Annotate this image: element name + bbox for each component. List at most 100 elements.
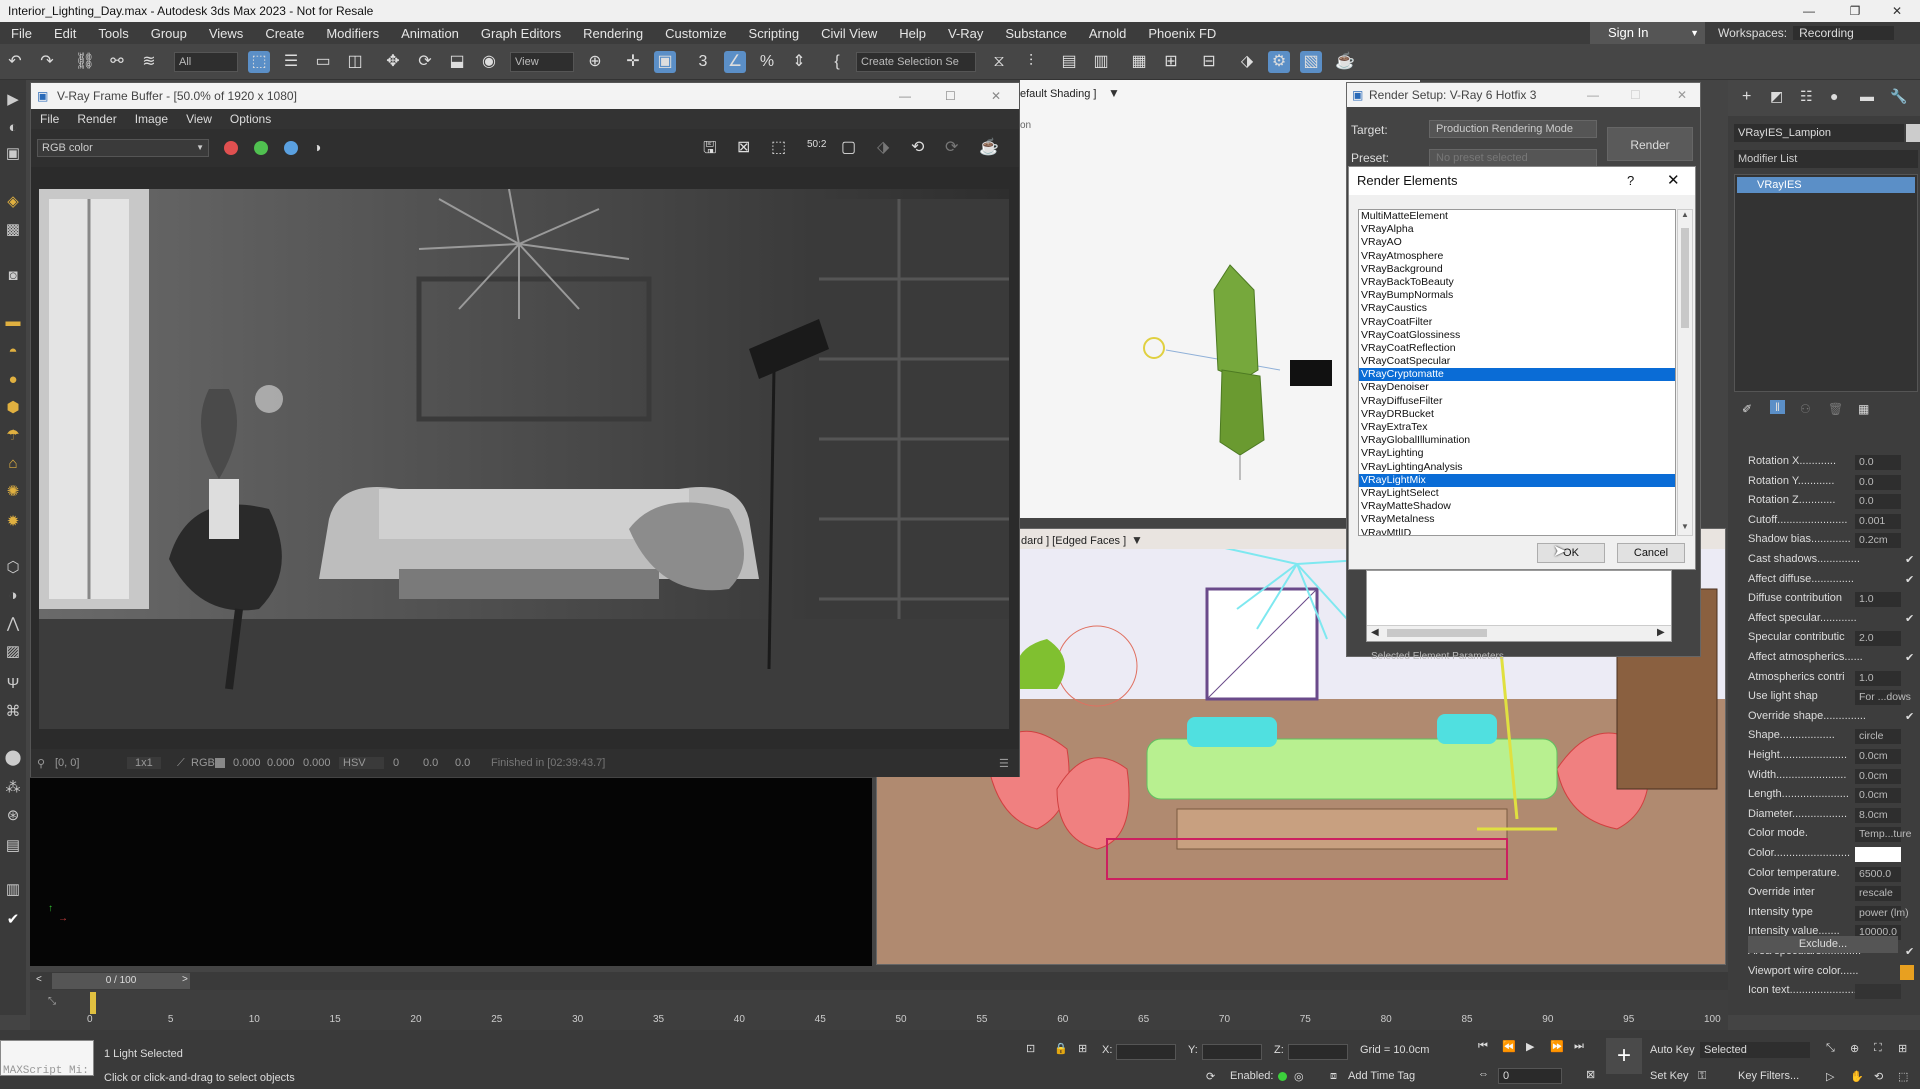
- menu-animation[interactable]: Animation: [390, 26, 470, 41]
- channel-dropdown[interactable]: RGB color ▼: [37, 139, 209, 157]
- orbit-icon[interactable]: ⟲: [1874, 1070, 1883, 1083]
- rotate-icon[interactable]: ⟳: [414, 51, 436, 73]
- rendered-image[interactable]: [39, 188, 1009, 729]
- minimize-icon[interactable]: —: [1587, 83, 1599, 107]
- sign-in-button[interactable]: Sign In ▼: [1590, 22, 1705, 44]
- vray-vfb-icon[interactable]: ▣: [3, 144, 23, 164]
- zoom-dropdown[interactable]: 1x1: [127, 757, 161, 769]
- list-item[interactable]: VRayDiffuseFilter: [1359, 395, 1675, 408]
- key-icon[interactable]: ⚿: [1698, 1070, 1706, 1083]
- vray-render-icon[interactable]: ▶: [3, 90, 23, 110]
- window-crossing-icon[interactable]: ◫: [344, 51, 366, 73]
- exclude-button[interactable]: Exclude...: [1748, 936, 1898, 953]
- track-mouse-icon[interactable]: ▢: [841, 137, 856, 157]
- checkbox-icon[interactable]: ✔: [1905, 553, 1914, 566]
- list-item[interactable]: MultiMatteElement: [1359, 210, 1675, 223]
- place-icon[interactable]: ◉: [478, 51, 500, 73]
- horizontal-scrollbar[interactable]: ◀ ▶: [1367, 625, 1671, 641]
- edit-named-sets-icon[interactable]: {: [826, 51, 848, 73]
- next-frame-icon[interactable]: >: [182, 974, 188, 985]
- angle-snap-icon[interactable]: ∠: [724, 51, 746, 73]
- vray-sun-icon[interactable]: ✺: [3, 482, 23, 502]
- vray-decal-icon[interactable]: ⌘: [3, 702, 23, 722]
- mirror-icon[interactable]: ⧖: [988, 51, 1010, 73]
- ies-param-value[interactable]: 0.0cm: [1855, 749, 1901, 764]
- go-to-start-icon[interactable]: ⏮: [1478, 1040, 1488, 1053]
- list-item[interactable]: VRayAtmosphere: [1359, 250, 1675, 263]
- help-button[interactable]: ?: [1627, 167, 1634, 195]
- ies-param-value[interactable]: 0.0cm: [1855, 768, 1901, 784]
- pivot-icon[interactable]: ⊕: [584, 51, 606, 73]
- vfb-menu-image[interactable]: Image: [126, 109, 177, 129]
- list-item[interactable]: VRayLighting: [1359, 447, 1675, 460]
- ies-param-value[interactable]: 6500.0: [1855, 866, 1901, 882]
- vray-fur-icon[interactable]: ⋀: [3, 614, 23, 634]
- prev-frame-icon[interactable]: <: [36, 974, 42, 985]
- close-icon[interactable]: ✕: [1667, 167, 1680, 195]
- z-coord-input[interactable]: [1288, 1044, 1348, 1060]
- ies-param-value[interactable]: 0.0: [1855, 455, 1901, 470]
- auto-key-button[interactable]: Auto Key: [1650, 1044, 1695, 1056]
- render-teapot-icon[interactable]: ☕: [979, 137, 999, 157]
- vfb-menu-render[interactable]: Render: [68, 109, 125, 129]
- add-time-tag[interactable]: Add Time Tag: [1348, 1070, 1415, 1082]
- set-key-big-icon[interactable]: +: [1606, 1038, 1642, 1074]
- ies-param-swatch[interactable]: [1900, 964, 1914, 980]
- workspace-dropdown[interactable]: Recording: [1793, 26, 1894, 40]
- maximize-icon[interactable]: ❐: [1832, 0, 1878, 22]
- modify-tab-icon[interactable]: ◩: [1770, 88, 1783, 105]
- hierarchy-tab-icon[interactable]: ☷: [1800, 88, 1813, 105]
- ies-param-value[interactable]: For ...dows: [1855, 690, 1911, 706]
- close-icon[interactable]: ✕: [991, 83, 1001, 109]
- checkbox-icon[interactable]: ✔: [1905, 573, 1914, 586]
- cancel-button[interactable]: Cancel: [1617, 543, 1685, 563]
- menu-help[interactable]: Help: [888, 26, 937, 41]
- list-item[interactable]: VRayGlobalIllumination: [1359, 434, 1675, 447]
- vray-ambient-light-icon[interactable]: ⌂: [3, 454, 23, 474]
- track-bar-icon[interactable]: ⤡: [48, 996, 56, 1007]
- vray-light-lister-icon[interactable]: ▩: [3, 220, 23, 240]
- vray-sphere-light-icon[interactable]: ●: [3, 370, 23, 390]
- viewport-top-label[interactable]: efault Shading ]: [1020, 88, 1096, 100]
- vray-plane-icon[interactable]: ◑: [3, 586, 23, 606]
- list-item[interactable]: VRayMtlID: [1359, 527, 1675, 536]
- vfb-menu-file[interactable]: File: [31, 109, 68, 129]
- scale-icon[interactable]: ⬓: [446, 51, 468, 73]
- ies-param-value[interactable]: 0.2cm: [1855, 533, 1901, 549]
- render-production-icon[interactable]: ☕: [1334, 51, 1356, 73]
- checkbox-icon[interactable]: ✔: [1905, 612, 1914, 625]
- scroll-right-icon[interactable]: ▶: [1657, 627, 1665, 638]
- move-icon[interactable]: ✥: [382, 51, 404, 73]
- y-coord-input[interactable]: [1202, 1044, 1262, 1060]
- history-icon[interactable]: ☰: [999, 757, 1009, 770]
- select-manipulate-icon[interactable]: ✛: [622, 51, 644, 73]
- vray-camera-icon[interactable]: ◙: [3, 266, 23, 286]
- checkbox-icon[interactable]: ✔: [1905, 945, 1914, 958]
- vray-mesh-light-icon[interactable]: ⬢: [3, 398, 23, 418]
- key-mode-icon[interactable]: ⇔: [1478, 1068, 1489, 1080]
- filter-icon[interactable]: ▼: [1108, 86, 1120, 100]
- list-item[interactable]: VRayBumpNormals: [1359, 289, 1675, 302]
- list-item[interactable]: VRayDenoiser: [1359, 381, 1675, 394]
- vray-proxy-icon[interactable]: ⬡: [3, 558, 23, 578]
- go-to-end-icon[interactable]: ⏭: [1574, 1040, 1584, 1053]
- ies-param-value[interactable]: 8.0cm: [1855, 807, 1901, 823]
- scroll-thumb[interactable]: [1387, 629, 1487, 637]
- viewport-camera[interactable]: ↑ →: [30, 778, 872, 966]
- list-item[interactable]: VRayCoatSpecular: [1359, 355, 1675, 368]
- ies-param-swatch[interactable]: [1855, 984, 1901, 1000]
- maxscript-listener[interactable]: MAXScript Mi:: [0, 1040, 94, 1077]
- menu-views[interactable]: Views: [198, 26, 254, 41]
- motion-tab-icon[interactable]: ●: [1830, 88, 1838, 104]
- color-picker-icon[interactable]: ⟋: [177, 757, 185, 770]
- color-space-dropdown[interactable]: HSV: [339, 757, 384, 769]
- ies-param-value[interactable]: 0.0cm: [1855, 788, 1901, 804]
- maximize-icon[interactable]: ☐: [1630, 83, 1641, 107]
- ies-param-value[interactable]: Temp...ture: [1855, 827, 1912, 843]
- list-item[interactable]: VRayLightSelect: [1359, 487, 1675, 500]
- ribbon-icon[interactable]: ▦: [1128, 51, 1150, 73]
- list-item[interactable]: VRayCoatGlossiness: [1359, 329, 1675, 342]
- save-image-icon[interactable]: 🖫: [703, 137, 717, 164]
- time-slider[interactable]: < 0 / 100 >: [30, 972, 1728, 990]
- vray-ies-light-icon[interactable]: ☂: [3, 426, 23, 446]
